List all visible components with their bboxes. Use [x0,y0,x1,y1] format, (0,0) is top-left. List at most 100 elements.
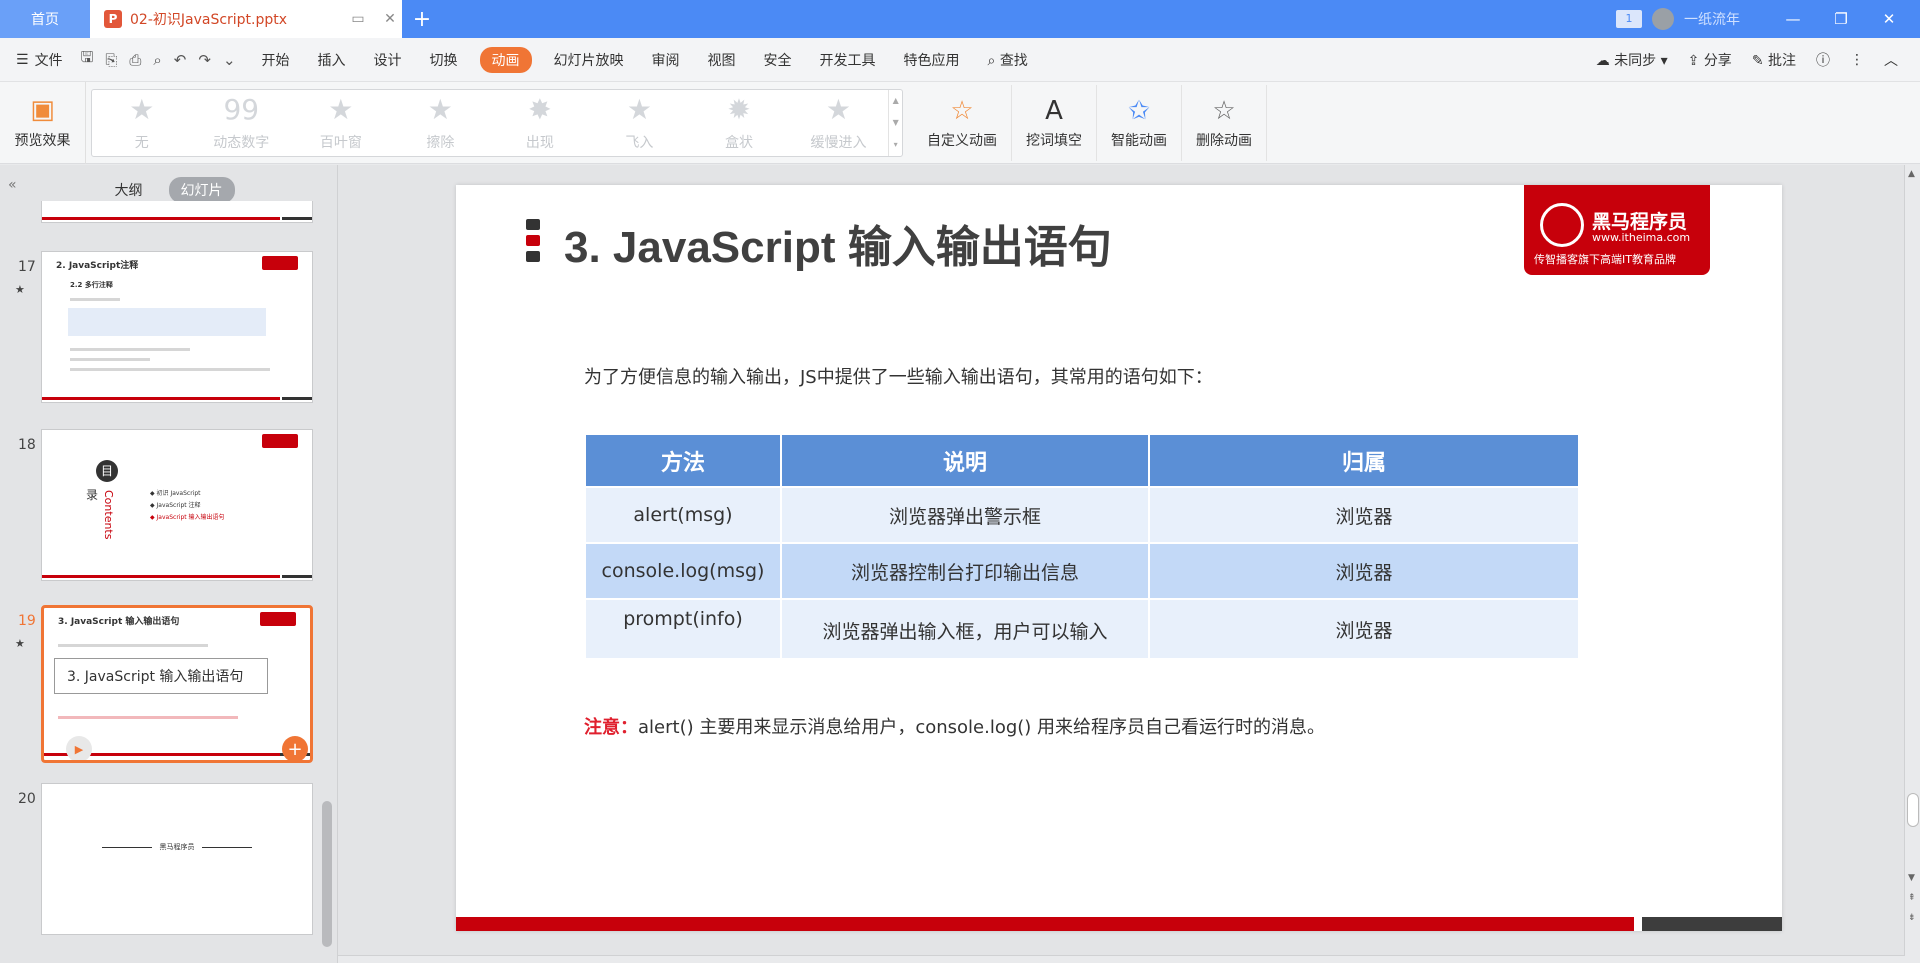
slide-thumbnail-17[interactable]: 2. JavaScript注释 2.2 多行注释 [41,251,313,403]
minimize-icon[interactable]: — [1774,10,1812,28]
delete-animation-button[interactable]: ☆ 删除动画 [1182,84,1267,161]
user-name[interactable]: 一纸流年 [1684,9,1740,29]
anim-blinds[interactable]: ★ 百叶窗 [291,93,391,152]
collapse-ribbon-icon[interactable]: ︿ [1884,50,1898,70]
menu-transition[interactable]: 切换 [430,50,458,70]
menu-animation[interactable]: 动画 [479,46,532,73]
slide-footer-bar [1642,917,1782,931]
thumb-code-box [68,308,266,336]
io-statements-table[interactable]: 方法 说明 归属 alert(msg) 浏览器弹出警示框 浏览器 console… [584,433,1580,660]
gallery-down-icon[interactable]: ▼ [893,118,899,127]
menu-devtools[interactable]: 开发工具 [820,50,876,70]
hamburger-icon: ☰ [16,51,29,68]
preview-label: 预览效果 [14,133,71,149]
slide-thumbnail-19[interactable]: 3. JavaScript 输入输出语句 3. JavaScript 输入输出语… [41,605,313,763]
preview-effect-button[interactable]: ▣ 预览效果 [0,81,86,164]
note-text[interactable]: 注意：alert() 主要用来显示消息给用户，console.log() 用来给… [584,713,1325,739]
table-header: 说明 [780,433,1150,488]
screen-icon[interactable]: ▭ [346,11,370,27]
gallery-up-icon[interactable]: ▲ [893,96,899,105]
intro-text[interactable]: 为了方便信息的输入输出，JS中提供了一些输入输出语句，其常用的语句如下： [584,363,1213,389]
redo-icon[interactable]: ↷ [198,51,211,69]
custom-animation-button[interactable]: ☆ 自定义动画 [913,84,1012,161]
search-label: 查找 [999,52,1028,69]
menu-insert[interactable]: 插入 [318,50,346,70]
end-logo: 黑马程序员 [102,842,252,852]
menu-view[interactable]: 视图 [708,50,736,70]
anim-label: 飞入 [625,135,654,151]
menu-start[interactable]: 开始 [262,50,290,70]
menu-security[interactable]: 安全 [764,50,792,70]
smart-animation-button[interactable]: ✩ 智能动画 [1097,84,1182,161]
print-preview-icon[interactable]: ⌕ [153,51,161,69]
tab-document[interactable]: P 02-初识JavaScript.pptx ▭ ✕ [90,0,402,38]
gallery-scroll[interactable]: ▲ ▼ ▾ [888,89,902,156]
anim-slow-in[interactable]: ★ 缓慢进入 [789,93,889,152]
format-painter-icon[interactable]: ⎘ [105,51,117,69]
new-tab-button[interactable]: + [402,0,442,38]
avatar[interactable] [1652,8,1674,30]
menu-slideshow[interactable]: 幻灯片放映 [554,50,624,70]
star-icon: ★ [626,93,652,126]
search-button[interactable]: ⌕ 查找 [988,50,1028,70]
share-button[interactable]: ⇪ 分享 [1688,50,1732,70]
file-menu[interactable]: ☰ 文件 [16,50,63,70]
window-count-badge[interactable]: 1 [1616,10,1642,28]
tab-home[interactable]: 首页 [0,0,90,38]
scroll-up-icon[interactable]: ▲ [1908,169,1915,179]
print-icon[interactable]: ⎙ [129,51,141,69]
menu-design[interactable]: 设计 [374,50,402,70]
tab-document-title: 02-初识JavaScript.pptx [130,12,288,28]
help-icon[interactable]: ⓘ [1816,50,1830,70]
delete-animation-icon: ☆ [1212,95,1236,126]
menu-features[interactable]: 特色应用 [904,50,960,70]
brand-slogan: 传智播客旗下高端IT教育品牌 [1534,253,1676,266]
anim-box[interactable]: ✹ 盒状 [689,93,789,152]
menu-review[interactable]: 审阅 [652,50,680,70]
prev-slide-icon[interactable]: ⇞ [1908,893,1916,903]
more-icon[interactable]: ⋮ [1850,52,1864,68]
title-marker [526,219,540,267]
add-slide-icon[interactable]: + [282,736,308,760]
fill-blank-button[interactable]: A 挖词填空 [1012,84,1097,161]
slide-thumbnail-16[interactable] [41,201,313,223]
next-slide-icon[interactable]: ⇟ [1908,913,1916,923]
tab-slides[interactable]: 幻灯片 [168,177,235,203]
collapse-panel-icon[interactable]: « [8,177,17,193]
menu-bar: ☰ 文件 🖫 ⎘ ⎙ ⌕ ↶ ↷ ⌄ 开始 插入 设计 切换 动画 幻灯片放映 … [0,38,1920,82]
restore-icon[interactable]: ❐ [1822,10,1860,28]
scroll-thumb[interactable] [1907,793,1919,827]
anim-wipe[interactable]: ★ 擦除 [391,93,491,152]
animation-star-icon: ★ [15,637,25,650]
thumb-text-line [58,716,238,719]
panel-scrollbar[interactable] [322,801,332,947]
canvas-scrollbar[interactable]: ▲ ▼ ⇞ ⇟ [1904,165,1920,955]
undo-icon[interactable]: ↶ [174,51,187,69]
play-icon[interactable]: ▶ [66,736,92,760]
tab-outline[interactable]: 大纲 [103,177,155,203]
anim-fly-in[interactable]: ★ 飞入 [590,93,690,152]
anim-appear[interactable]: ✸ 出现 [490,93,590,152]
slide-title[interactable]: 3. JavaScript 输入输出语句 [564,211,1112,275]
anim-dynamic-number[interactable]: 99 动态数字 [192,93,292,152]
close-tab-icon[interactable]: ✕ [378,11,402,27]
slide-thumbnail-18[interactable]: 目 录 Contents ◆ 初识 JavaScript ◆ JavaScrip… [41,429,313,581]
anim-label: 缓慢进入 [810,135,867,151]
thumb-text-line [70,298,120,301]
current-slide[interactable]: 3. JavaScript 输入输出语句 黑马程序员 www.itheima.c… [456,185,1782,931]
slide-thumbnail-20[interactable]: 黑马程序员 [41,783,313,935]
comment-button[interactable]: ✎ 批注 [1752,50,1796,70]
close-window-icon[interactable]: ✕ [1870,10,1908,28]
customize-icon[interactable]: ⌄ [223,51,236,69]
sync-button[interactable]: ☁ 未同步 ▾ [1596,50,1668,70]
save-icon[interactable]: 🖫 [81,47,94,72]
number-icon: 99 [223,93,260,126]
table-header: 方法 [584,433,782,488]
anim-none[interactable]: ★ 无 [92,93,192,152]
scroll-down-icon[interactable]: ▼ [1908,873,1915,883]
thumb-footer-bar [42,575,280,578]
slide-footer-bar [456,917,1634,931]
delete-animation-label: 删除动画 [1196,132,1252,149]
gallery-expand-icon[interactable]: ▾ [894,140,898,149]
toc-item-text: 初识 JavaScript [156,490,201,497]
